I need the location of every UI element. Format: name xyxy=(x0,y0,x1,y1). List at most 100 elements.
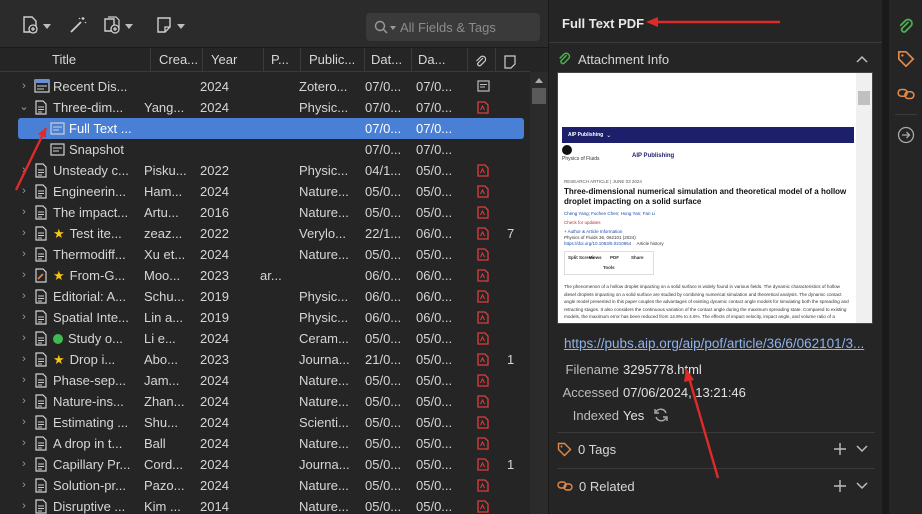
pdf-attachment-icon[interactable] xyxy=(477,332,489,348)
search-input[interactable]: All Fields & Tags xyxy=(366,13,540,41)
expand-twisty-icon[interactable]: › xyxy=(18,223,30,244)
pdf-attachment-icon[interactable] xyxy=(477,248,489,264)
sidenav-tags-button[interactable] xyxy=(897,50,915,71)
sidenav-related-button[interactable] xyxy=(897,86,915,105)
expand-twisty-icon[interactable]: › xyxy=(18,454,30,475)
pdf-attachment-icon[interactable] xyxy=(477,500,489,514)
table-row[interactable]: › Unsteady c... Pisku... 2022 Physic... 04/1.… xyxy=(0,160,528,181)
expand-twisty-icon[interactable]: › xyxy=(18,202,30,223)
sidenav-attachment-button[interactable] xyxy=(897,18,915,39)
table-row[interactable]: › Estimating ... Shu... 2024 Scienti... 05/0.… xyxy=(0,412,528,433)
items-list[interactable]: › Recent Dis... 2024 Zotero... 07/0... 07/0..… xyxy=(0,76,530,514)
table-row[interactable]: › Thermodiff... Xu et... 2024 Nature... 05/0.… xyxy=(0,244,528,265)
row-date-modified: 05/0... xyxy=(416,478,453,493)
pdf-attachment-icon[interactable] xyxy=(477,206,489,222)
pdf-attachment-icon[interactable] xyxy=(477,269,489,285)
expand-twisty-icon[interactable]: › xyxy=(18,412,30,433)
expand-twisty-icon[interactable]: › xyxy=(18,475,30,496)
expand-twisty-icon[interactable]: › xyxy=(18,349,30,370)
new-note-button[interactable] xyxy=(154,13,185,37)
preview-scrollbar-thumb[interactable] xyxy=(858,91,870,105)
pdf-attachment-icon[interactable] xyxy=(477,311,489,327)
add-tag-icon[interactable] xyxy=(834,443,846,455)
table-row[interactable]: ⌄ Three-dim... Yang... 2024 Physic... 07/0...… xyxy=(0,97,528,118)
chevron-down-icon[interactable] xyxy=(856,445,868,453)
expand-twisty-icon[interactable]: › xyxy=(18,244,30,265)
expand-twisty-icon[interactable]: › xyxy=(18,286,30,307)
reindex-button[interactable] xyxy=(652,406,670,427)
preview-scrollbar[interactable] xyxy=(856,73,872,323)
attachment-info-collapse[interactable] xyxy=(856,48,868,70)
pdf-attachment-icon[interactable] xyxy=(477,416,489,432)
items-pane: All Fields & Tags Title Crea... Year P..… xyxy=(0,0,548,514)
add-by-identifier-button[interactable] xyxy=(68,13,88,37)
column-date-modified[interactable]: Da... xyxy=(412,48,468,72)
attachment-preview[interactable]: AIP Publishing ⌄ Physics of Fluids AIP P… xyxy=(557,72,873,324)
attachment-info-header[interactable]: Attachment Info xyxy=(557,48,669,70)
pdf-attachment-icon[interactable] xyxy=(477,227,489,243)
column-date-added[interactable]: Dat... xyxy=(365,48,412,72)
table-row[interactable]: › The impact... Artu... 2016 Nature... 05/0..… xyxy=(0,202,528,223)
table-row[interactable]: › ★ Drop i... Abo... 2023 Journa... 21/0... 05/… xyxy=(0,349,528,370)
pdf-attachment-icon[interactable] xyxy=(477,101,489,117)
row-publication: Zotero... xyxy=(299,79,348,94)
scrollbar-thumb[interactable] xyxy=(532,88,546,104)
table-row[interactable]: › Study o... Li e... 2024 Ceram... 05/0... 05/… xyxy=(0,328,528,349)
expand-twisty-icon[interactable]: › xyxy=(18,181,30,202)
expand-twisty-icon[interactable]: › xyxy=(18,370,30,391)
pdf-attachment-icon[interactable] xyxy=(477,479,489,495)
column-pages[interactable]: P... xyxy=(264,48,301,72)
expand-twisty-icon[interactable]: › xyxy=(18,496,30,514)
pdf-attachment-icon[interactable] xyxy=(477,458,489,474)
table-row[interactable]: › Engineerin... Ham... 2024 Nature... 05/0...… xyxy=(0,181,528,202)
table-row[interactable]: › Nature-ins... Zhan... 2024 Nature... 05/0..… xyxy=(0,391,528,412)
table-row[interactable]: › Solution-pr... Pazo... 2024 Nature... 05/0.… xyxy=(0,475,528,496)
tags-header[interactable]: 0 Tags xyxy=(557,438,616,460)
expand-twisty-icon[interactable]: › xyxy=(18,433,30,454)
add-related-icon[interactable] xyxy=(834,480,846,492)
pdf-attachment-icon[interactable] xyxy=(477,374,489,390)
expand-twisty-icon[interactable]: › xyxy=(18,76,30,97)
table-row[interactable]: › ★ From-G... Moo... 2023 ar... 06/0... 06/0... xyxy=(0,265,528,286)
new-attachment-button[interactable] xyxy=(102,13,133,37)
table-row[interactable]: › Recent Dis... 2024 Zotero... 07/0... 07/0..… xyxy=(0,76,528,97)
attachment-url-link[interactable]: https://pubs.aip.org/aip/pof/article/36/… xyxy=(564,336,870,351)
doc-icon xyxy=(34,457,48,475)
expand-twisty-icon[interactable]: › xyxy=(18,265,30,286)
table-row[interactable]: › Phase-sep... Jam... 2024 Nature... 05/0... 0… xyxy=(0,370,528,391)
table-row[interactable]: › Disruptive ... Kim ... 2014 Nature... 05/0.… xyxy=(0,496,528,514)
pdf-attachment-icon[interactable] xyxy=(477,164,489,180)
chevron-down-icon[interactable] xyxy=(856,482,868,490)
table-row[interactable]: Snapshot 07/0... 07/0... xyxy=(0,139,528,160)
column-year[interactable]: Year xyxy=(203,48,264,72)
column-notes[interactable] xyxy=(496,48,530,72)
row-date-added: 07/0... xyxy=(365,100,402,115)
column-title[interactable]: Title xyxy=(0,48,151,72)
pdf-attachment-icon[interactable] xyxy=(477,185,489,201)
table-row[interactable]: › Capillary Pr... Cord... 2024 Journa... 05/0… xyxy=(0,454,528,475)
column-creator[interactable]: Crea... xyxy=(151,48,203,72)
table-row[interactable]: › Editorial: A... Schu... 2019 Physic... 06/0… xyxy=(0,286,528,307)
filename-value[interactable]: 3295778.html xyxy=(623,362,702,377)
pdf-attachment-icon[interactable] xyxy=(477,290,489,306)
table-row[interactable]: › ★ Test ite... zeaz... 2022 Verylo... 22/1...… xyxy=(0,223,528,244)
table-row[interactable]: › A drop in t... Ball 2024 Nature... 05/0... 0… xyxy=(0,433,528,454)
related-header[interactable]: 0 Related xyxy=(557,475,635,497)
expand-twisty-icon[interactable]: › xyxy=(18,160,30,181)
pdf-attachment-icon[interactable] xyxy=(477,353,489,369)
column-attachments[interactable] xyxy=(468,48,496,72)
webpage-attachment-icon[interactable] xyxy=(477,80,490,95)
table-row[interactable]: › Spatial Inte... Lin a... 2019 Physic... 06/… xyxy=(0,307,528,328)
expand-twisty-icon[interactable]: › xyxy=(18,391,30,412)
doc-icon xyxy=(34,310,48,328)
pdf-attachment-icon[interactable] xyxy=(477,437,489,453)
items-scrollbar[interactable] xyxy=(530,72,548,514)
table-row-selected[interactable]: Full Text ... 07/0... 07/0... xyxy=(18,118,524,139)
new-item-button[interactable] xyxy=(20,13,51,37)
sidenav-locate-button[interactable] xyxy=(897,126,915,147)
expand-twisty-icon[interactable]: › xyxy=(18,328,30,349)
expand-twisty-icon[interactable]: › xyxy=(18,307,30,328)
pdf-attachment-icon[interactable] xyxy=(477,395,489,411)
collapse-twisty-icon[interactable]: ⌄ xyxy=(18,97,30,118)
column-publication[interactable]: Public... xyxy=(301,48,365,72)
